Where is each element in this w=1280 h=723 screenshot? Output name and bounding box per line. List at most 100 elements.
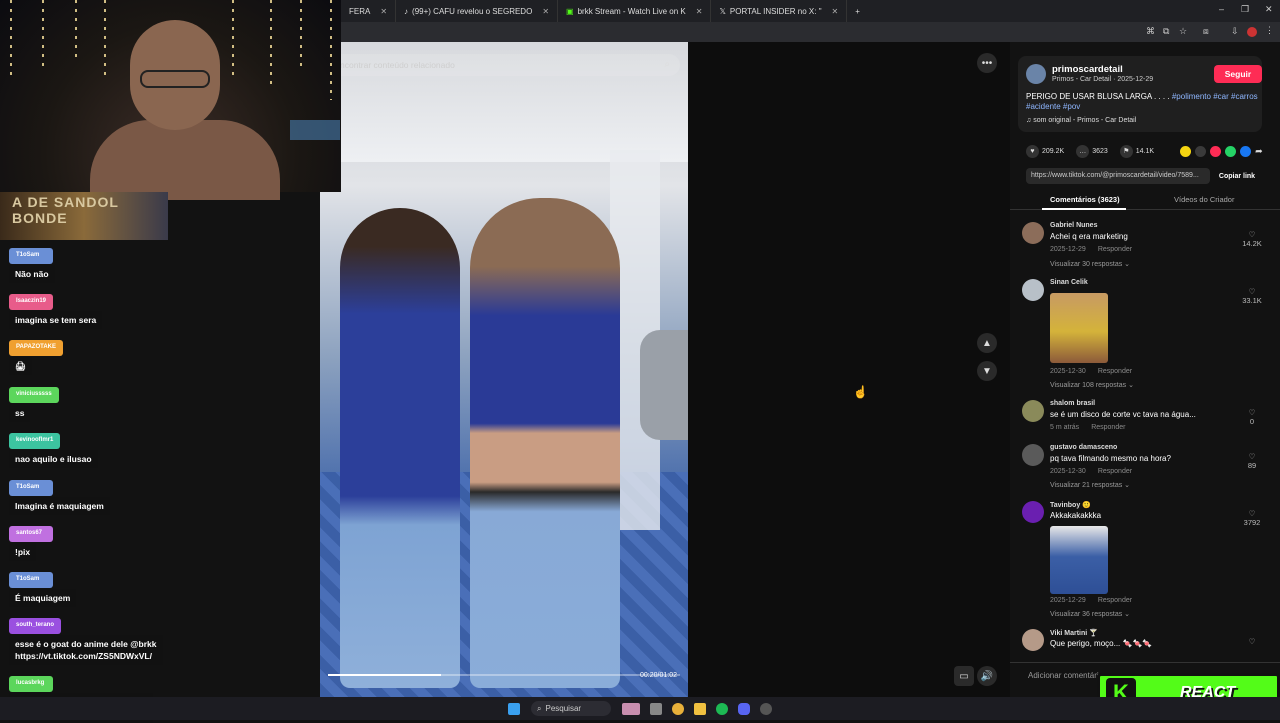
like-button[interactable]: ♥ 209.2K	[1026, 144, 1064, 158]
previous-video-button[interactable]: ▲	[977, 333, 997, 353]
tab-creator-videos[interactable]: Vídeos do Criador	[1174, 195, 1234, 204]
comment-item: Tavinboy 🙂 Akkakakakkka 2025-12-29 Respon…	[1022, 501, 1272, 621]
browser-tab[interactable]: ▣ brkk Stream - Watch Live on K ✕	[558, 0, 712, 22]
widgets-icon[interactable]	[622, 702, 640, 715]
share-embed-icon[interactable]	[1195, 145, 1207, 157]
sound-link[interactable]: ♫ som original - Primos - Car Detail	[1026, 117, 1136, 124]
commenter-avatar[interactable]	[1022, 629, 1044, 651]
comment-meta: 2025-12-29 Responder	[1050, 597, 1132, 604]
browser-tab[interactable]: FERA ✕	[341, 0, 397, 22]
commenter-name[interactable]: Sinan Celik	[1050, 279, 1088, 286]
commenter-name[interactable]: gustavo damasceno	[1050, 444, 1117, 451]
comment-like[interactable]: ♡ 0	[1232, 408, 1272, 426]
commenter-avatar[interactable]	[1022, 222, 1044, 244]
close-tab-icon[interactable]: ✕	[542, 7, 549, 16]
file-explorer-icon[interactable]	[694, 702, 706, 715]
comment-button[interactable]: … 3623	[1076, 144, 1108, 158]
close-window-button[interactable]: ✕	[1265, 4, 1273, 15]
tab-comments[interactable]: Comentários (3623)	[1050, 195, 1120, 204]
search-icon[interactable]: ⌕	[664, 59, 670, 70]
author-avatar[interactable]	[1026, 64, 1046, 84]
string-lights	[300, 0, 302, 70]
comment-image[interactable]	[1050, 526, 1108, 594]
video-link-field[interactable]: https://www.tiktok.com/@primoscardetail/…	[1026, 168, 1210, 184]
new-tab-button[interactable]: +	[847, 7, 868, 16]
profile-avatar[interactable]	[1247, 27, 1257, 37]
commenter-avatar[interactable]	[1022, 501, 1044, 523]
commenter-name[interactable]: Tavinboy 🙂	[1050, 501, 1091, 509]
comment-like[interactable]: ♡	[1232, 637, 1272, 646]
tiktok-icon: ♪	[404, 6, 409, 16]
active-tab-indicator	[1042, 208, 1126, 210]
reply-button[interactable]: Responder	[1098, 468, 1132, 475]
browser-tab[interactable]: ♪ (99+) CAFU revelou o SEGREDO ✕	[396, 0, 559, 22]
save-button[interactable]: ⚑ 14.1K	[1119, 144, 1154, 158]
maximize-button[interactable]: ❐	[1241, 4, 1249, 15]
windows-start-icon[interactable]	[508, 702, 520, 715]
close-tab-icon[interactable]: ✕	[832, 7, 839, 16]
tab-title: brkk Stream - Watch Live on K	[577, 6, 686, 16]
comment-like[interactable]: ♡ 33.1K	[1232, 287, 1272, 305]
discord-icon[interactable]	[738, 702, 750, 715]
chat-message: viniciusssss ss	[9, 382, 59, 422]
chrome-icon[interactable]	[672, 702, 684, 715]
reply-button[interactable]: Responder	[1091, 424, 1125, 431]
chat-username-badge: viniciusssss	[9, 387, 59, 403]
author-subtitle: Primos - Car Detail · 2025-12-29	[1052, 76, 1154, 83]
reply-button[interactable]: Responder	[1098, 597, 1132, 604]
view-replies-button[interactable]: Visualizar 30 respostas ⌄	[1050, 260, 1130, 268]
comment-meta: 2025-12-29 Responder	[1050, 246, 1132, 253]
reply-button[interactable]: Responder	[1098, 368, 1132, 375]
share-facebook-icon[interactable]	[1240, 145, 1252, 157]
tab-title: PORTAL INSIDER no X: "	[729, 6, 822, 16]
commenter-name[interactable]: shalom brasil	[1050, 400, 1095, 407]
commenter-avatar[interactable]	[1022, 444, 1044, 466]
share-send-icon[interactable]	[1210, 145, 1222, 157]
heart-outline-icon: ♡	[1248, 408, 1256, 417]
commenter-avatar[interactable]	[1022, 400, 1044, 422]
taskbar-search[interactable]: ⌕ Pesquisar	[531, 701, 611, 716]
comment-date: 2025-12-30	[1050, 468, 1086, 475]
task-view-icon[interactable]	[650, 702, 662, 715]
commenter-name[interactable]: Viki Martini 🍸	[1050, 629, 1098, 637]
comment-like[interactable]: ♡ 89	[1232, 452, 1272, 470]
streamer-body	[90, 120, 280, 200]
miniplayer-button[interactable]: ▭	[954, 666, 974, 686]
copy-link-button[interactable]: Copiar link	[1212, 168, 1262, 184]
view-replies-button[interactable]: Visualizar 36 respostas ⌄	[1050, 610, 1130, 618]
volume-button[interactable]: 🔊	[977, 666, 997, 686]
comment-like[interactable]: ♡ 3792	[1232, 509, 1272, 527]
share-arrow-icon[interactable]: ➦	[1255, 146, 1263, 157]
commenter-avatar[interactable]	[1022, 279, 1044, 301]
browser-toolbar: ⌘ ⧉ ☆ ⧈ ⇩ ⋮	[341, 22, 1280, 42]
author-username[interactable]: primoscardetail	[1052, 64, 1123, 75]
bookmark-star-icon[interactable]: ☆	[1179, 26, 1187, 37]
settings-icon[interactable]	[760, 702, 772, 715]
comment-like[interactable]: ♡ 14.2K	[1232, 230, 1272, 248]
next-video-button[interactable]: ▼	[977, 361, 997, 381]
view-replies-button[interactable]: Visualizar 21 respostas ⌄	[1050, 481, 1130, 489]
more-options-button[interactable]: •••	[977, 53, 997, 73]
spotify-icon[interactable]	[716, 702, 728, 715]
close-tab-icon[interactable]: ✕	[696, 7, 703, 16]
comment-like-count: 3792	[1243, 518, 1261, 527]
related-search-input[interactable]: ncontrar conteúdo relacionado ⌕	[330, 54, 680, 76]
extensions-icon[interactable]: ⧈	[1203, 26, 1209, 37]
downloads-icon[interactable]: ⇩	[1231, 26, 1239, 37]
follow-button[interactable]: Seguir	[1214, 65, 1262, 83]
chat-message: T1oSam É maquiagem	[9, 567, 77, 607]
chat-username-badge: lucasbrkg	[9, 676, 53, 692]
comment-image[interactable]	[1050, 293, 1108, 363]
menu-icon[interactable]: ⋮	[1265, 25, 1274, 36]
commenter-name[interactable]: Gabriel Nunes	[1050, 222, 1097, 229]
minimize-button[interactable]: –	[1219, 4, 1224, 14]
view-replies-button[interactable]: Visualizar 108 respostas ⌄	[1050, 381, 1134, 389]
share-repost-icon[interactable]	[1180, 145, 1192, 157]
browser-tab[interactable]: 𝕏 PORTAL INSIDER no X: " ✕	[711, 0, 848, 22]
screenshot-icon[interactable]: ⧉	[1163, 26, 1169, 37]
close-tab-icon[interactable]: ✕	[380, 7, 387, 16]
share-whatsapp-icon[interactable]	[1225, 145, 1237, 157]
translate-icon[interactable]: ⌘	[1146, 26, 1155, 37]
comment-like-count: 89	[1247, 461, 1257, 470]
reply-button[interactable]: Responder	[1098, 246, 1132, 253]
